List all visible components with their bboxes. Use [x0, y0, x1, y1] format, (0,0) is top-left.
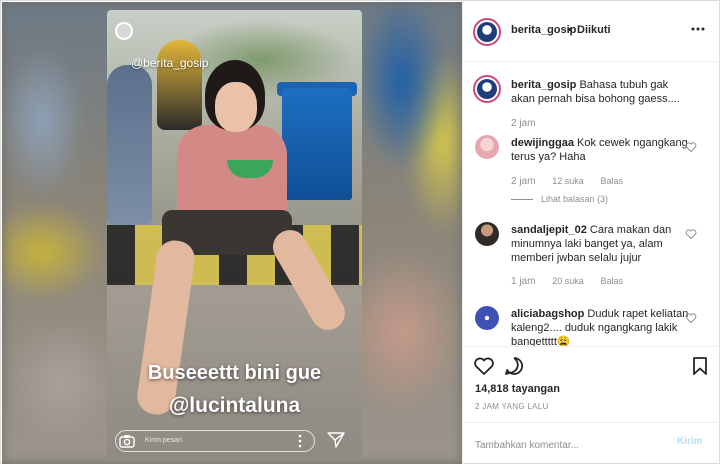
- story-watermark: @berita_gosip: [131, 56, 209, 70]
- follow-status[interactable]: Diikuti: [577, 24, 611, 36]
- comment-input[interactable]: [475, 437, 655, 453]
- author-username[interactable]: berita_gosip: [511, 24, 576, 36]
- comment-likes[interactable]: 20 suka: [552, 276, 584, 286]
- comment-reply-button[interactable]: Balas: [601, 176, 624, 186]
- comment-username[interactable]: aliciabagshop: [511, 308, 584, 320]
- comment-avatar[interactable]: [475, 306, 499, 330]
- add-comment-bar: Kirim: [463, 422, 720, 464]
- comment-item: aliciabagshop Duduk rapet keliatan kalen…: [511, 307, 691, 346]
- comment-item: sandaljepit_02 Cara makan dan minumnya l…: [511, 223, 691, 265]
- story-caption-line2: @lucintaluna: [168, 394, 301, 417]
- post-comment-button[interactable]: Kirim: [677, 436, 703, 447]
- post-media[interactable]: @berita_gosip Buseeettt bini gue @lucint…: [2, 2, 462, 464]
- caption-username[interactable]: berita_gosip: [511, 79, 576, 91]
- trash-bin: [282, 88, 352, 200]
- view-count[interactable]: 14,818 tayangan: [475, 383, 560, 395]
- author-avatar[interactable]: [473, 18, 501, 46]
- instagram-post: @berita_gosip Buseeettt bini gue @lucint…: [0, 0, 720, 464]
- comment-meta: 2 jam 12 suka Balas: [511, 176, 637, 187]
- header-separator: •: [568, 24, 572, 36]
- comment-bubble-icon[interactable]: [503, 355, 525, 377]
- post-timestamp: 2 JAM YANG LALU: [475, 402, 549, 411]
- comment-username[interactable]: sandaljepit_02: [511, 224, 587, 236]
- like-comment-heart-icon[interactable]: [685, 141, 697, 153]
- post-header: berita_gosip • Diikuti: [463, 2, 720, 62]
- story-reply-placeholder: Kirim pesan: [145, 437, 182, 444]
- more-horizontal-icon[interactable]: [690, 22, 706, 36]
- like-comment-heart-icon[interactable]: [685, 228, 697, 240]
- comment-avatar[interactable]: [475, 222, 499, 246]
- caption-time: 2 jam: [511, 118, 536, 129]
- post-side-panel: berita_gosip • Diikuti berita_gosip Baha…: [462, 2, 720, 464]
- comment-username[interactable]: dewijinggaa: [511, 137, 574, 149]
- comment-meta: 1 jam 20 suka Balas: [511, 276, 637, 287]
- like-heart-icon[interactable]: [473, 355, 495, 377]
- comments-list[interactable]: berita_gosip Bahasa tubuh gak akan perna…: [463, 63, 720, 346]
- story-caption-line1: Buseeettt bini gue: [147, 362, 322, 384]
- more-vertical-icon: [298, 434, 302, 448]
- comment-time: 2 jam: [511, 176, 536, 187]
- caption-author-avatar[interactable]: [473, 75, 501, 103]
- comment-reply-button[interactable]: Balas: [601, 276, 624, 286]
- story-video[interactable]: @berita_gosip Buseeettt bini gue @lucint…: [107, 10, 362, 458]
- comment-time: 1 jam: [511, 276, 536, 287]
- like-comment-heart-icon[interactable]: [685, 312, 697, 324]
- view-replies-label: Lihat balasan (3): [541, 194, 609, 204]
- bookmark-icon[interactable]: [689, 355, 711, 377]
- comment-likes[interactable]: 12 suka: [552, 176, 584, 186]
- send-icon: [327, 432, 345, 448]
- story-avatar: [115, 22, 133, 40]
- post-actions: 14,818 tayangan 2 JAM YANG LALU Kirim: [463, 346, 720, 464]
- comment-item: dewijinggaa Kok cewek ngangkang terus ya…: [511, 136, 691, 164]
- caption: berita_gosip Bahasa tubuh gak akan perna…: [511, 78, 691, 106]
- comment-avatar[interactable]: [475, 135, 499, 159]
- view-replies-button[interactable]: Lihat balasan (3): [511, 194, 608, 204]
- caption-meta: 2 jam: [511, 118, 549, 129]
